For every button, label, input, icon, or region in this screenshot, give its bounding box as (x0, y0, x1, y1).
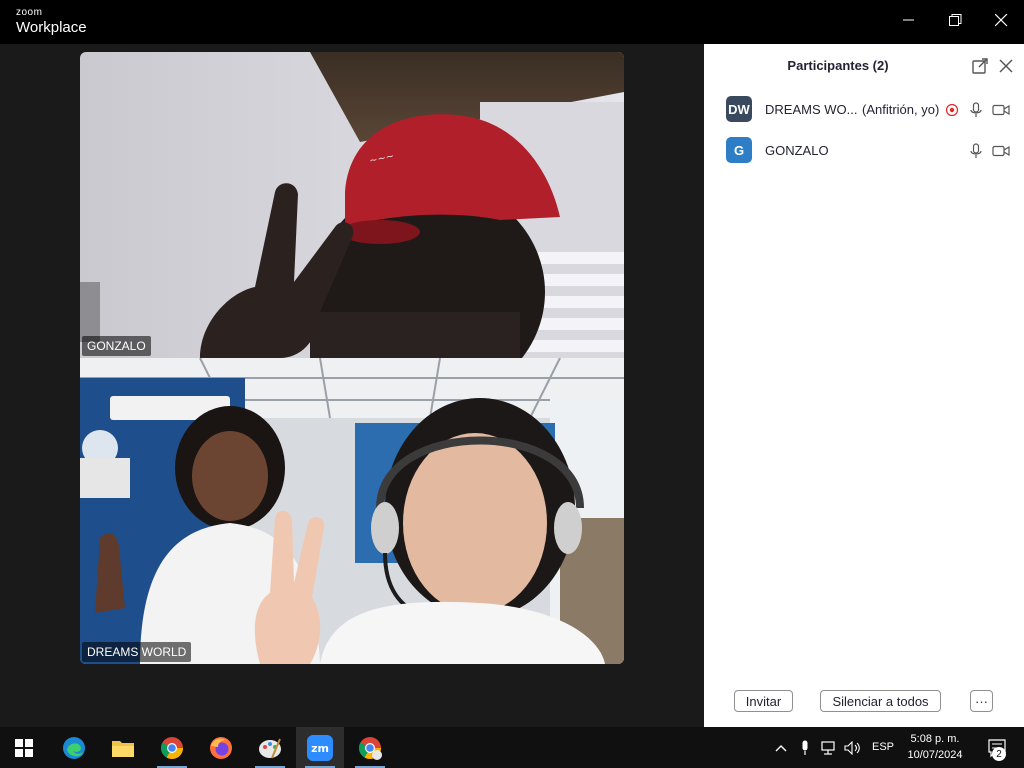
microphone-tray-button[interactable] (794, 727, 816, 768)
brand-top: zoom (16, 7, 43, 18)
network-button[interactable] (818, 727, 840, 768)
paint-icon (259, 738, 281, 758)
restore-button[interactable] (932, 0, 978, 40)
chevron-up-icon (775, 744, 787, 751)
firefox-button[interactable] (197, 727, 245, 768)
chrome-icon (161, 736, 183, 759)
start-icon (15, 738, 33, 757)
participant-name-tag: GONZALO (82, 336, 151, 356)
zoom-button[interactable]: zm (296, 727, 344, 768)
more-options-button[interactable]: ··· (970, 690, 993, 712)
participant-name: DREAMS WO... (765, 102, 858, 117)
app-logo: zoom Workplace (16, 7, 87, 36)
file-explorer-icon (112, 740, 134, 757)
microphone-button[interactable] (967, 101, 985, 119)
invite-button[interactable]: Invitar (734, 690, 793, 712)
firefox-icon (210, 736, 232, 759)
edge-button[interactable] (50, 727, 98, 768)
start-button[interactable] (0, 727, 48, 768)
microphone-icon (802, 740, 808, 755)
chrome-profile-icon (359, 736, 382, 760)
avatar: DW (726, 96, 752, 122)
recording-icon (945, 103, 959, 117)
microphone-button[interactable] (967, 142, 985, 160)
edge-icon (63, 736, 85, 759)
participant-name: GONZALO (765, 143, 829, 158)
zoom-window: zoom Workplace ~~~ GONZALO DREAMS WORLD … (0, 0, 1024, 768)
close-panel-button[interactable] (996, 56, 1016, 76)
notification-count-badge: 2 (992, 747, 1006, 761)
microphone-icon (970, 102, 982, 117)
video-tile-gonzalo[interactable]: ~~~ GONZALO (80, 52, 624, 358)
notifications-button[interactable]: 2 (978, 727, 1018, 768)
pop-out-button[interactable] (970, 56, 990, 76)
svg-text:zm: zm (311, 742, 329, 755)
recording-indicator (943, 101, 961, 119)
video-camera-button[interactable] (990, 101, 1012, 119)
participant-name-tag: DREAMS WORLD (82, 642, 192, 662)
paint-button[interactable] (246, 727, 294, 768)
minimize-button[interactable] (886, 0, 932, 40)
close-icon (994, 13, 1007, 26)
video-tile-dreams-world[interactable]: DREAMS WORLD (80, 358, 624, 664)
speaker-icon (844, 740, 860, 755)
zoom-icon: zm (307, 734, 333, 761)
chrome-button[interactable] (148, 727, 196, 768)
network-icon (821, 740, 835, 755)
panel-title: Participantes (2) (787, 58, 889, 73)
close-window-button[interactable] (978, 0, 1024, 40)
brand-main: Workplace (16, 19, 87, 36)
webcam-feed-gonzalo: ~~~ (80, 52, 624, 358)
volume-button[interactable] (842, 727, 864, 768)
participant-role: (Anfitrión, yo) (862, 102, 940, 117)
participant-row[interactable]: DW DREAMS WO... (Anfitrión, yo) (704, 92, 1024, 128)
participants-panel: Participantes (2) DW DREAMS WO... (Anfit… (704, 44, 1024, 727)
video-gallery: ~~~ GONZALO DREAMS WORLD (0, 44, 704, 727)
participant-row[interactable]: G GONZALO (704, 133, 1024, 169)
close-icon (999, 59, 1013, 73)
file-explorer-button[interactable] (99, 727, 147, 768)
minimize-icon (903, 19, 914, 21)
video-camera-button[interactable] (990, 142, 1012, 160)
video-camera-icon (992, 145, 1010, 157)
video-camera-icon (992, 104, 1010, 116)
language-indicator[interactable]: ESP (872, 741, 894, 753)
avatar: G (726, 137, 752, 163)
clock-time: 5:08 p. m. (910, 733, 960, 745)
windows-taskbar: zm ESP 5:08 p. m. 10/07/2024 2 (0, 727, 1024, 768)
webcam-feed-dreams-world (80, 358, 624, 664)
clock[interactable]: 5:08 p. m. 10/07/2024 (900, 731, 970, 763)
mute-all-button[interactable]: Silenciar a todos (820, 690, 941, 712)
title-bar: zoom Workplace (0, 0, 1024, 44)
microphone-icon (970, 143, 982, 158)
clock-date: 10/07/2024 (907, 749, 963, 761)
show-hidden-icons-button[interactable] (770, 727, 792, 768)
restore-icon (948, 13, 961, 26)
chrome-profile-button[interactable] (346, 727, 394, 768)
pop-out-icon (972, 58, 988, 74)
